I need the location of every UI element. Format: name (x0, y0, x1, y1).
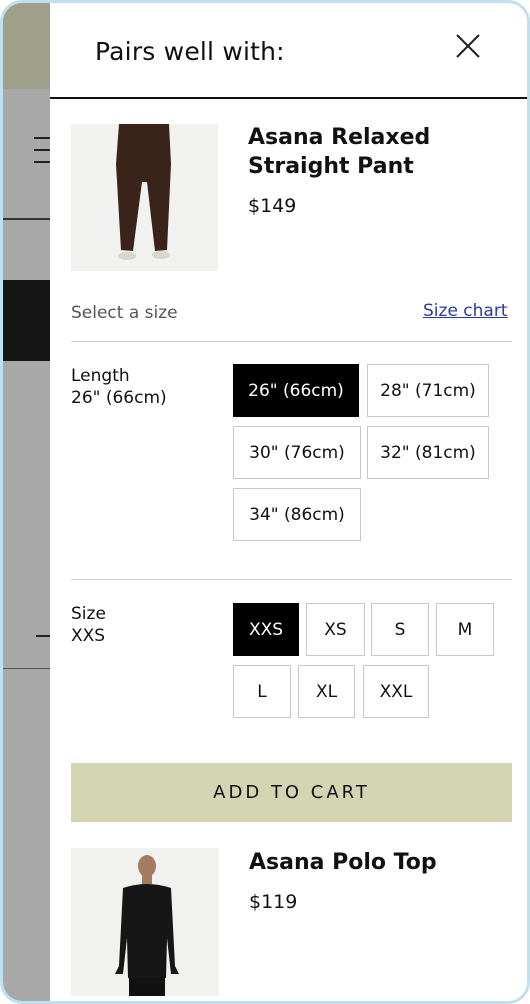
length-heading: Length (71, 366, 130, 386)
product-image-pant[interactable] (71, 124, 218, 271)
size-selected-value: XXS (71, 626, 106, 646)
size-chart-link[interactable]: Size chart (423, 301, 508, 321)
drawer-header: Pairs well with: (50, 3, 527, 99)
length-option-26[interactable]: 26" (66cm) (233, 364, 359, 417)
size-label: Size XXS (71, 603, 106, 647)
background-minus-icon (36, 635, 50, 637)
select-size-label: Select a size (71, 303, 178, 323)
size-heading: Size (71, 604, 106, 624)
size-option-xxs[interactable]: XXS (233, 603, 299, 656)
size-option-m[interactable]: M (436, 603, 494, 656)
divider (71, 341, 512, 342)
size-option-xs[interactable]: XS (306, 603, 365, 656)
length-option-34[interactable]: 34" (86cm) (233, 488, 361, 541)
length-option-28[interactable]: 28" (71cm) (367, 364, 489, 417)
close-icon[interactable] (453, 31, 483, 61)
product-price: $119 (249, 891, 298, 913)
length-option-30[interactable]: 30" (76cm) (233, 426, 361, 479)
product-image-polo[interactable] (71, 848, 219, 996)
background-menu-icon (34, 137, 50, 167)
size-option-l[interactable]: L (233, 665, 291, 718)
divider (71, 579, 512, 580)
product-price: $149 (248, 195, 297, 217)
background-dark-block (3, 280, 50, 361)
drawer-title: Pairs well with: (95, 37, 285, 66)
size-option-xl[interactable]: XL (298, 665, 355, 718)
length-label: Length 26" (66cm) (71, 365, 167, 409)
background-divider (3, 218, 50, 220)
product-name-line: Straight Pant (248, 154, 414, 179)
size-option-s[interactable]: S (371, 603, 429, 656)
length-selected-value: 26" (66cm) (71, 388, 167, 408)
add-to-cart-button[interactable]: ADD TO CART (71, 763, 512, 822)
background-divider (3, 668, 50, 669)
product-name-line: Asana Relaxed (248, 125, 431, 150)
device-frame: Pairs well with: Asana Relaxed Straight … (0, 0, 530, 1004)
product-name[interactable]: Asana Polo Top (249, 848, 437, 877)
pairs-well-drawer: Pairs well with: Asana Relaxed Straight … (50, 3, 527, 1001)
background-banner (3, 3, 50, 89)
length-option-32[interactable]: 32" (81cm) (367, 426, 489, 479)
product-name[interactable]: Asana Relaxed Straight Pant (248, 123, 430, 181)
size-option-xxl[interactable]: XXL (363, 665, 429, 718)
